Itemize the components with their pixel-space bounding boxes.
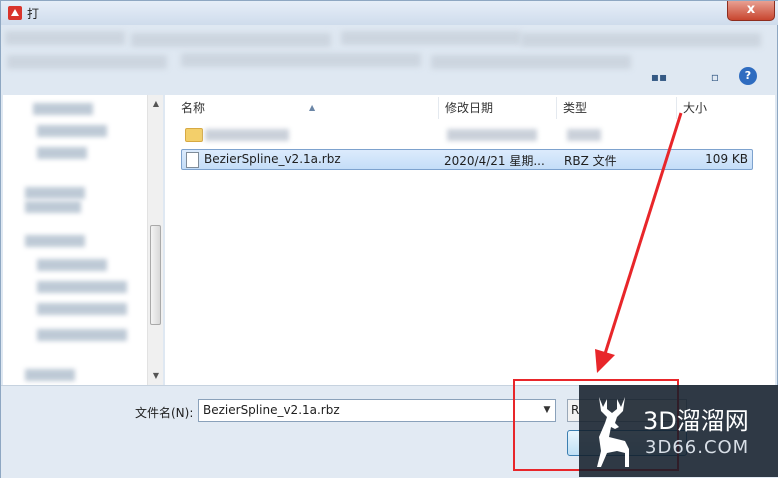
- column-header-name[interactable]: 名称 ▲: [175, 97, 439, 119]
- file-size: 109 KB: [705, 152, 748, 166]
- list-item-file[interactable]: BezierSpline_v2.1a.rbz 2020/4/21 星期... R…: [181, 149, 753, 170]
- scroll-up-icon[interactable]: ▲: [148, 97, 164, 111]
- column-header-size[interactable]: 大小: [677, 97, 757, 119]
- scroll-down-icon[interactable]: ▼: [148, 369, 164, 383]
- file-name: BezierSpline_v2.1a.rbz: [204, 152, 341, 166]
- column-header-date[interactable]: 修改日期: [439, 97, 557, 119]
- open-file-dialog: 打 x ▪▪ ▫ ? ▲ ▼ 名称 ▲ 修改日期 类型 大小 BezierSpl…: [0, 0, 778, 478]
- watermark: 3D溜溜网 3D66.COM: [579, 385, 778, 477]
- list-item-folder[interactable]: [181, 125, 753, 145]
- help-icon[interactable]: ?: [739, 67, 757, 85]
- folder-icon: [185, 128, 203, 142]
- close-button[interactable]: x: [727, 1, 775, 21]
- column-header-type[interactable]: 类型: [557, 97, 677, 119]
- view-options-icon[interactable]: ▪▪: [649, 67, 669, 87]
- file-date: 2020/4/21 星期...: [444, 154, 545, 168]
- preview-pane-icon[interactable]: ▫: [705, 67, 725, 87]
- file-type: RBZ 文件: [564, 154, 617, 168]
- watermark-subtitle: 3D66.COM: [645, 437, 750, 458]
- filename-input[interactable]: BezierSpline_v2.1a.rbz: [198, 399, 556, 422]
- sort-ascending-icon: ▲: [309, 103, 316, 112]
- navigation-pane[interactable]: [3, 95, 163, 385]
- file-list[interactable]: 名称 ▲ 修改日期 类型 大小 BezierSpline_v2.1a.rbz 2…: [165, 95, 775, 385]
- sketchup-app-icon: [8, 6, 22, 20]
- navigation-scrollbar[interactable]: ▲ ▼: [147, 95, 163, 385]
- deer-logo-icon: [597, 397, 629, 467]
- document-icon: [186, 152, 199, 168]
- watermark-title: 3D溜溜网: [643, 407, 749, 435]
- window-title: 打: [27, 7, 40, 21]
- filename-label: 文件名(N):: [135, 406, 194, 420]
- scrollbar-thumb[interactable]: [150, 225, 161, 325]
- title-bar: 打 x: [1, 1, 778, 25]
